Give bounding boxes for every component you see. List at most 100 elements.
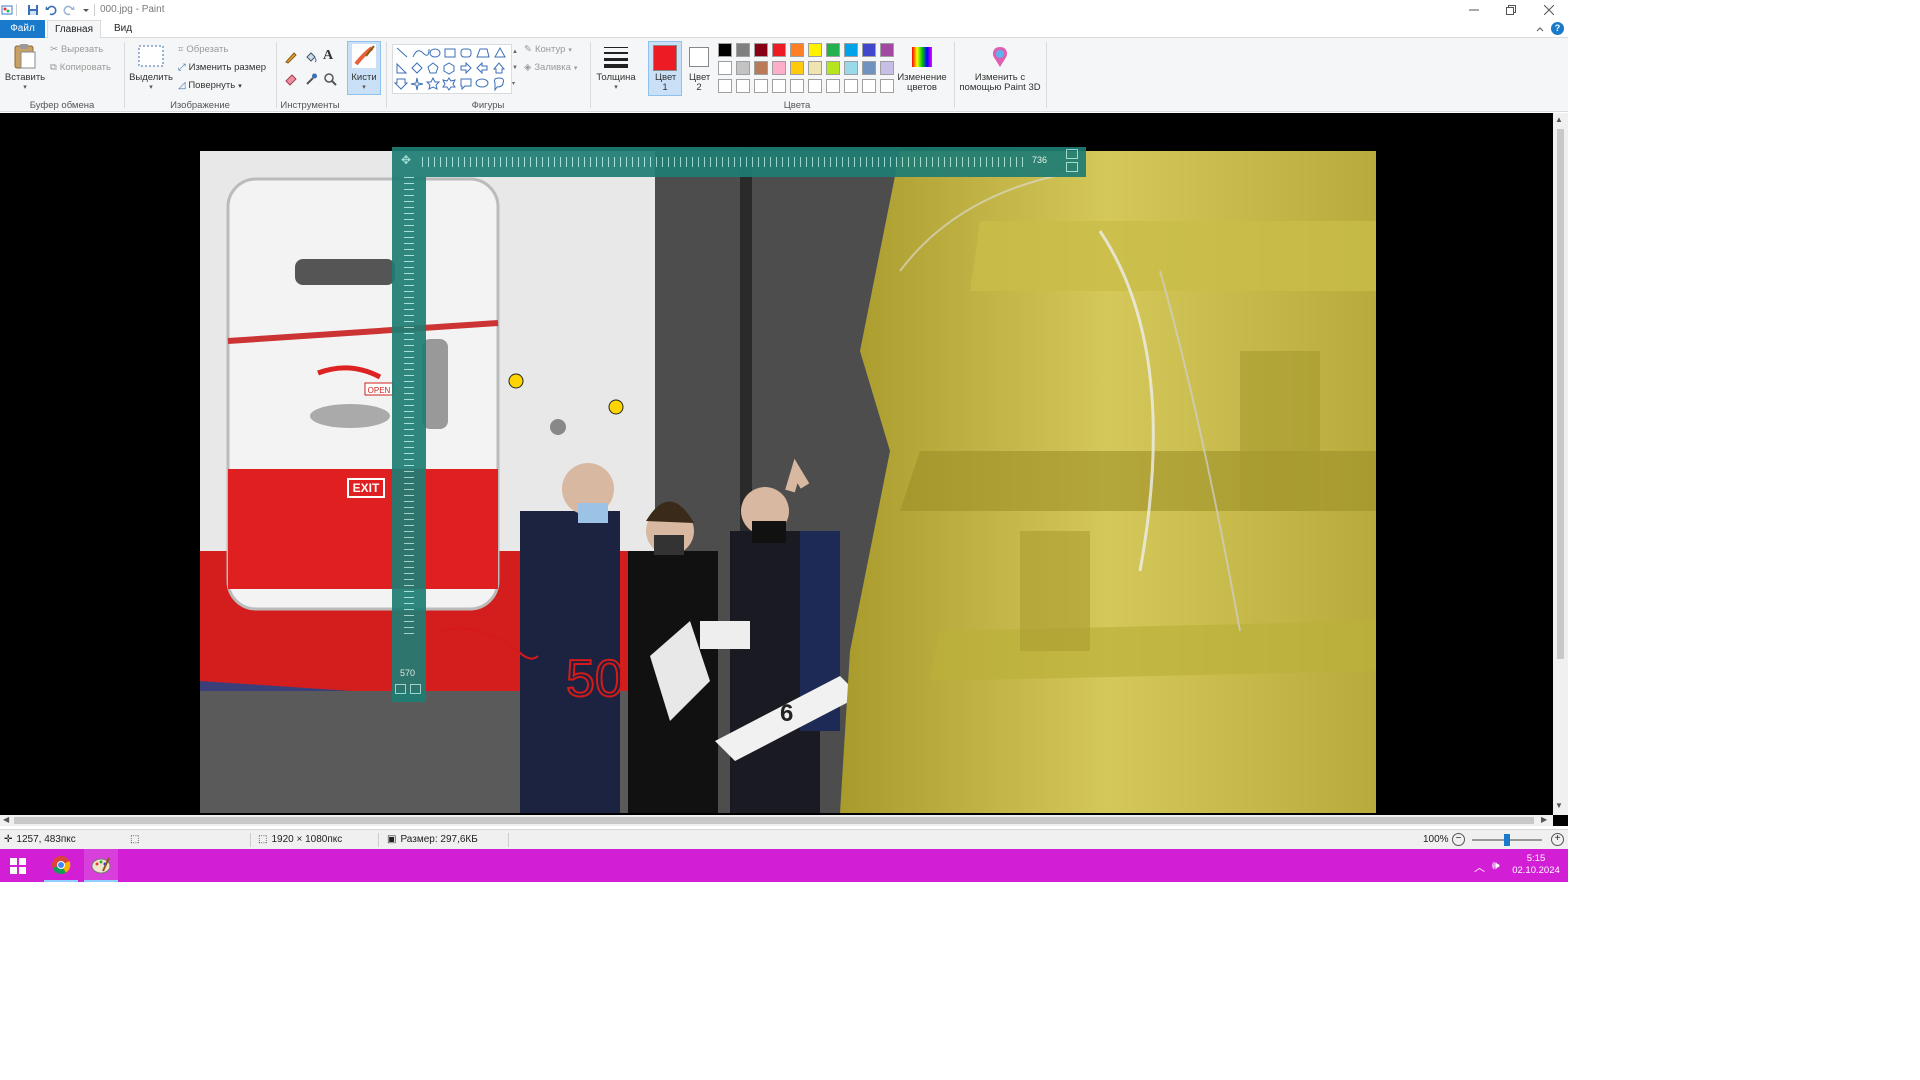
paste-button[interactable]: Вставить ▾ [4,42,46,94]
vertical-scrollbar[interactable]: ▲ ▼ [1553,113,1568,815]
collapse-ribbon-icon[interactable] [1534,23,1546,35]
panel-number: 6 [780,700,793,727]
size-button[interactable]: Толщина ▾ [595,44,637,98]
shapes-gallery[interactable] [392,44,512,94]
color1-button[interactable]: Цвет 1 [648,41,682,96]
palette-swatch[interactable] [880,43,894,57]
palette-swatch[interactable] [772,43,786,57]
palette-swatch[interactable] [808,79,822,93]
horizontal-scroll-thumb[interactable] [14,817,1534,824]
vruler-collapse-icon[interactable] [410,684,421,694]
palette-swatch[interactable] [862,79,876,93]
horizontal-ruler[interactable]: ✥ 736 [392,147,1086,177]
close-button[interactable] [1530,0,1568,20]
copy-icon: ⧉ [50,62,57,73]
palette-swatch[interactable] [718,79,732,93]
minimize-button[interactable] [1455,0,1493,20]
vertical-ruler-value: 570 [400,668,416,678]
show-hidden-icons[interactable]: ︿ [1474,859,1485,875]
palette-swatch[interactable] [826,79,840,93]
magnifier-icon[interactable] [323,72,337,86]
zoom-in-button[interactable]: + [1551,833,1564,846]
copy-button[interactable]: ⧉ Копировать [50,62,111,73]
palette-swatch[interactable] [826,43,840,57]
resize-button[interactable]: ⤢ Изменить размер [178,62,266,73]
vertical-scroll-thumb[interactable] [1557,129,1564,659]
move-handle-icon[interactable]: ✥ [396,153,416,171]
palette-swatch[interactable] [808,43,822,57]
zoom-slider-thumb[interactable] [1504,834,1510,846]
palette-swatch[interactable] [844,43,858,57]
palette-swatch[interactable] [880,61,894,75]
horizontal-scrollbar[interactable]: ◀ ▶ [0,815,1553,826]
paint-app-icon[interactable] [0,3,14,17]
paint3d-button[interactable]: Изменить с помощью Paint 3D [958,44,1042,96]
eraser-icon[interactable] [284,72,298,86]
palette-swatch[interactable] [754,43,768,57]
file-size: ▣ Размер: 297,6КБ [387,834,478,845]
palette-swatch[interactable] [844,79,858,93]
tools-group-label: Инструменты [280,100,340,111]
palette-swatch[interactable] [736,79,750,93]
cut-button[interactable]: ✂ Вырезать [50,44,103,55]
help-icon[interactable]: ? [1551,22,1564,35]
volume-icon[interactable]: 🕪 [1492,858,1500,873]
text-tool-icon[interactable]: A [323,48,337,64]
palette-swatch[interactable] [772,79,786,93]
outline-button[interactable]: ✎ Контур ▾ [524,44,572,55]
paint-taskbar-button[interactable] [84,849,118,882]
scroll-down-icon[interactable]: ▼ [1555,801,1563,810]
fill-bucket-icon[interactable] [304,50,318,64]
palette-swatch[interactable] [736,61,750,75]
ruler-collapse-icon[interactable] [1066,162,1078,172]
vertical-ruler[interactable]: 570 [392,177,426,702]
color2-button[interactable]: Цвет 2 [684,44,714,96]
palette-swatch[interactable] [736,43,750,57]
edit-colors-button[interactable]: Изменение цветов [896,44,948,96]
scroll-left-icon[interactable]: ◀ [3,815,9,824]
image-canvas[interactable]: OPEN EXIT 6 50 [200,151,1376,813]
tab-file[interactable]: Файл [0,20,45,38]
scroll-right-icon[interactable]: ▶ [1541,815,1547,824]
undo-icon[interactable] [44,3,58,17]
palette-swatch[interactable] [772,61,786,75]
zoom-slider[interactable] [1472,834,1542,846]
redo-icon[interactable] [62,3,76,17]
tab-home[interactable]: Главная [47,20,101,39]
restore-button[interactable] [1492,0,1530,20]
palette-swatch[interactable] [862,43,876,57]
palette-swatch[interactable] [808,61,822,75]
save-icon[interactable] [26,3,40,17]
palette-swatch[interactable] [718,61,732,75]
palette-swatch[interactable] [844,61,858,75]
zoom-out-button[interactable]: − [1452,833,1465,846]
select-button[interactable]: Выделить ▾ [129,44,173,96]
exit-sign: EXIT [353,481,380,495]
fill-button[interactable]: ◈ Заливка ▾ [524,62,577,73]
cursor-position-label: 1257, 483пкс [16,834,76,845]
rotate-button[interactable]: ◿ Повернуть ▾ [178,80,242,91]
taskbar-clock[interactable]: 5:15 02.10.2024 [1512,853,1560,877]
customize-quick-access-icon[interactable] [79,3,93,17]
palette-swatch[interactable] [754,79,768,93]
palette-swatch[interactable] [862,61,876,75]
tab-view[interactable]: Вид [105,20,141,38]
brushes-button[interactable]: Кисти ▾ [347,41,381,95]
ruler-expand-icon[interactable] [1066,149,1078,159]
palette-swatch[interactable] [790,79,804,93]
palette-swatch[interactable] [826,61,840,75]
palette-swatch[interactable] [790,61,804,75]
color-picker-icon[interactable] [304,72,318,86]
windows-start-icon[interactable] [10,858,26,874]
shapes-scroll[interactable]: ▲ ▼ ▾ [512,44,518,94]
crop-button[interactable]: ⌗ Обрезать [178,44,228,55]
palette-swatch[interactable] [718,43,732,57]
pencil-icon[interactable] [284,50,298,64]
palette-swatch[interactable] [880,79,894,93]
image-dimensions: ⬚ 1920 × 1080пкс [258,834,342,845]
scroll-up-icon[interactable]: ▲ [1555,115,1563,124]
chrome-taskbar-button[interactable] [44,849,78,882]
palette-swatch[interactable] [790,43,804,57]
palette-swatch[interactable] [754,61,768,75]
vruler-expand-icon[interactable] [395,684,406,694]
